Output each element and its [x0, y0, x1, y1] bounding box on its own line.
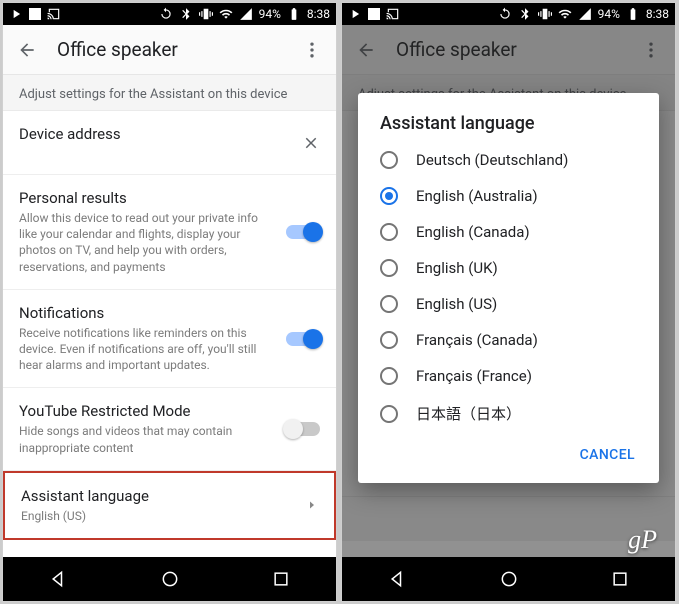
battery-icon	[287, 7, 301, 21]
nav-recent-icon[interactable]	[271, 569, 291, 589]
radio-icon	[380, 259, 398, 277]
nav-home-icon[interactable]	[160, 569, 180, 589]
app-icon	[9, 7, 23, 21]
cast-icon	[47, 7, 61, 21]
row-notifications[interactable]: Notifications Receive notifications like…	[3, 290, 336, 389]
phone-screenshot-settings: 94% 8:38 Office speaker Adjust settings …	[2, 2, 337, 602]
personal-results-sub: Allow this device to read out your priva…	[19, 210, 274, 275]
youtube-restricted-toggle[interactable]	[286, 422, 320, 436]
language-dialog: Assistant language Deutsch (Deutschland)…	[358, 93, 659, 483]
section-description: Adjust settings for the Assistant on thi…	[3, 75, 336, 111]
personal-results-label: Personal results	[19, 189, 274, 207]
phone-screenshot-dialog: 94% 8:38 Office speaker Adjust settings …	[341, 2, 676, 602]
radio-icon	[380, 405, 398, 423]
device-address-value	[19, 146, 290, 160]
nav-recent-icon[interactable]	[610, 569, 630, 589]
battery-icon	[626, 7, 640, 21]
sync-icon	[498, 7, 512, 21]
battery-percent: 94%	[598, 7, 620, 21]
clock: 8:38	[307, 7, 330, 21]
language-option[interactable]: English (Australia)	[358, 178, 659, 214]
clock: 8:38	[646, 7, 669, 21]
language-option-label: Français (France)	[416, 367, 532, 385]
language-option[interactable]: Français (France)	[358, 358, 659, 394]
assistant-language-value: English (US)	[21, 508, 294, 524]
sync-icon	[159, 7, 173, 21]
vibrate-icon	[538, 7, 552, 21]
personal-results-toggle[interactable]	[286, 225, 320, 239]
language-option-label: English (Canada)	[416, 223, 530, 241]
language-option[interactable]: English (US)	[358, 286, 659, 322]
row-youtube-restricted[interactable]: YouTube Restricted Mode Hide songs and v…	[3, 388, 336, 470]
overflow-menu-icon[interactable]	[302, 40, 322, 60]
language-option[interactable]: English (UK)	[358, 250, 659, 286]
status-bar: 94% 8:38	[3, 3, 336, 25]
dialog-title: Assistant language	[358, 113, 659, 142]
language-option-label: English (UK)	[416, 259, 498, 277]
device-address-label: Device address	[19, 125, 290, 143]
chevron-right-icon	[306, 499, 318, 511]
settings-list: Device address Personal results Allow th…	[3, 111, 336, 587]
language-option[interactable]: Français (Canada)	[358, 322, 659, 358]
language-option-label: English (Australia)	[416, 187, 538, 205]
wifi-icon	[558, 7, 572, 21]
notifications-label: Notifications	[19, 304, 274, 322]
page-title: Office speaker	[57, 38, 282, 61]
app-icon	[348, 7, 362, 21]
wifi-icon	[219, 7, 233, 21]
radio-icon	[380, 187, 398, 205]
radio-icon	[380, 367, 398, 385]
youtube-restricted-label: YouTube Restricted Mode	[19, 402, 274, 420]
vibrate-icon	[199, 7, 213, 21]
language-option-list: Deutsch (Deutschland) English (Australia)…	[358, 142, 659, 433]
language-option[interactable]: English (Canada)	[358, 214, 659, 250]
cast-icon	[386, 7, 400, 21]
language-option[interactable]: Deutsch (Deutschland)	[358, 142, 659, 178]
close-icon[interactable]	[302, 134, 320, 152]
radio-icon	[380, 295, 398, 313]
app-bar: Office speaker	[3, 25, 336, 75]
battery-percent: 94%	[259, 7, 281, 21]
nav-back-icon[interactable]	[49, 569, 69, 589]
notifications-toggle[interactable]	[286, 332, 320, 346]
signal-icon	[578, 7, 592, 21]
row-device-address[interactable]: Device address	[3, 111, 336, 175]
radio-icon	[380, 223, 398, 241]
nav-home-icon[interactable]	[499, 569, 519, 589]
bluetooth-icon	[179, 7, 193, 21]
notification-icon	[368, 8, 380, 20]
nav-back-icon[interactable]	[388, 569, 408, 589]
back-icon[interactable]	[17, 40, 37, 60]
language-option[interactable]: 日本語（日本）	[358, 394, 659, 433]
status-bar: 94% 8:38	[342, 3, 675, 25]
cancel-button[interactable]: CANCEL	[570, 439, 645, 471]
language-option-label: English (US)	[416, 295, 497, 313]
bluetooth-icon	[518, 7, 532, 21]
notification-icon	[29, 8, 41, 20]
navigation-bar	[3, 557, 336, 601]
navigation-bar	[342, 557, 675, 601]
notifications-sub: Receive notifications like reminders on …	[19, 325, 274, 374]
youtube-restricted-sub: Hide songs and videos that may contain i…	[19, 423, 274, 455]
row-personal-results[interactable]: Personal results Allow this device to re…	[3, 175, 336, 290]
row-assistant-language[interactable]: Assistant language English (US)	[3, 471, 336, 540]
assistant-language-label: Assistant language	[21, 487, 294, 505]
radio-icon	[380, 331, 398, 349]
language-option-label: Français (Canada)	[416, 331, 538, 349]
radio-icon	[380, 151, 398, 169]
language-option-label: Deutsch (Deutschland)	[416, 151, 568, 169]
signal-icon	[239, 7, 253, 21]
language-option-label: 日本語（日本）	[416, 403, 521, 424]
